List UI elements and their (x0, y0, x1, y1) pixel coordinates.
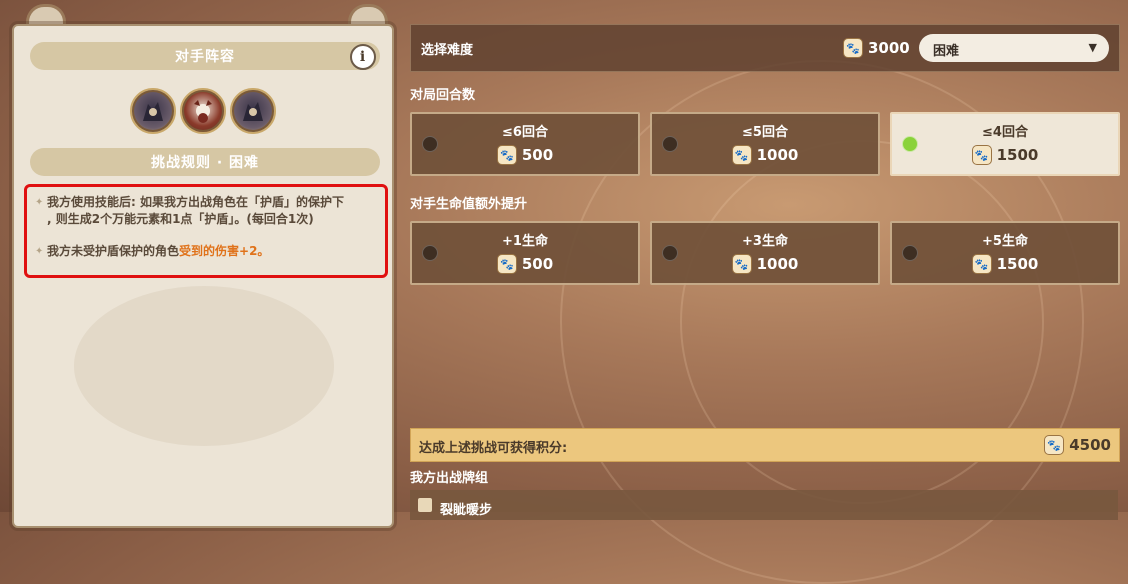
hp-option-1[interactable]: +1生命 🐾 500 (410, 221, 640, 285)
challenge-rules-header: 挑战规则 · 困难 (30, 148, 380, 176)
round-option-6[interactable]: ≤6回合 🐾 500 (410, 112, 640, 176)
option-cost: 🐾 500 (412, 254, 638, 274)
opponent-avatar-3[interactable] (230, 88, 276, 134)
rule-2-period: 。 (257, 244, 270, 258)
character-portrait-icon (143, 102, 163, 121)
option-cost-value: 1500 (996, 255, 1039, 273)
option-cost: 🐾 500 (412, 145, 638, 165)
paw-icon: 🐾 (1044, 435, 1065, 455)
rule-1-line-2: , 则生成2个万能元素和1点「护盾」。(每回合1次) (47, 212, 314, 226)
deck-item[interactable]: 裂眦暖步 (410, 490, 1118, 520)
hp-option-3[interactable]: +3生命 🐾 1000 (650, 221, 880, 285)
reward-summary-value: 4500 (1069, 436, 1111, 454)
hp-option-5[interactable]: +5生命 🐾 1500 (890, 221, 1120, 285)
paw-icon: 🐾 (843, 38, 863, 58)
option-cost-value: 500 (521, 255, 554, 273)
option-cost-value: 1000 (756, 255, 799, 273)
reward-summary-label: 达成上述挑战可获得积分: (419, 441, 568, 456)
deck-item-name: 裂眦暖步 (440, 503, 493, 518)
chevron-down-icon: ▼ (1088, 41, 1097, 54)
reward-summary-bar: 达成上述挑战可获得积分: 🐾 4500 (410, 428, 1120, 462)
difficulty-title: 选择难度 (421, 43, 474, 58)
opponent-lineup-header: 对手阵容 i (30, 42, 380, 70)
option-cost: 🐾 1000 (652, 254, 878, 274)
challenge-rules-box: ✦ 我方使用技能后: 如果我方出战角色在「护盾」的保护下 , 则生成2个万能元素… (24, 184, 388, 278)
bullet-icon: ✦ (35, 246, 44, 257)
option-cost: 🐾 1000 (652, 145, 878, 165)
opponent-lineup-title: 对手阵容 (175, 49, 235, 65)
difficulty-bar: 选择难度 🐾 3000 困难 ▼ (410, 24, 1120, 72)
character-portrait-icon (194, 100, 212, 123)
bullet-icon: ✦ (35, 197, 44, 208)
round-option-4[interactable]: ≤4回合 🐾 1500 (890, 112, 1120, 176)
rule-item-2: ✦ 我方未受护盾保护的角色受到的伤害+2。 (35, 243, 269, 260)
option-title: +1生命 (502, 234, 548, 249)
option-title: ≤6回合 (502, 125, 548, 140)
paw-icon: 🐾 (496, 254, 517, 274)
option-cost-value: 500 (521, 146, 554, 164)
difficulty-selected-value: 困难 (933, 44, 960, 59)
paw-icon: 🐾 (731, 145, 752, 165)
rule-1-line-1: 我方使用技能后: 如果我方出战角色在「护盾」的保护下 (47, 195, 344, 209)
paw-icon: 🐾 (496, 145, 517, 165)
option-cost-value: 1000 (756, 146, 799, 164)
difficulty-points-value: 3000 (868, 39, 910, 57)
challenge-rules-title: 挑战规则 · 困难 (150, 155, 260, 171)
rule-item-1: ✦ 我方使用技能后: 如果我方出战角色在「护盾」的保护下 , 则生成2个万能元素… (35, 194, 344, 228)
info-icon[interactable]: i (350, 44, 376, 70)
option-cost: 🐾 1500 (892, 254, 1118, 274)
option-title: +3生命 (742, 234, 788, 249)
opponent-avatar-2[interactable] (180, 88, 226, 134)
rule-2-text: 我方未受护盾保护的角色 (47, 244, 180, 258)
option-cost-value: 1500 (996, 146, 1039, 164)
paw-icon: 🐾 (731, 254, 752, 274)
difficulty-points: 🐾 3000 (843, 38, 910, 58)
option-title: ≤4回合 (982, 125, 1028, 140)
option-title: ≤5回合 (742, 125, 788, 140)
opponent-avatars (14, 88, 392, 134)
rounds-label: 对局回合数 (410, 88, 476, 103)
opponent-panel: 对手阵容 i 挑战规则 · 困难 ✦ 我方使用技能后: 如果我方出战角色在「护盾… (12, 24, 394, 528)
paw-icon: 🐾 (971, 145, 992, 165)
reward-summary-points: 🐾 4500 (1044, 435, 1111, 455)
paw-icon: 🐾 (971, 254, 992, 274)
character-portrait-icon (243, 102, 263, 121)
deck-card-icon (418, 498, 432, 512)
deck-label: 我方出战牌组 (410, 471, 489, 486)
option-title: +5生命 (982, 234, 1028, 249)
difficulty-select[interactable]: 困难 ▼ (919, 34, 1109, 62)
round-option-5[interactable]: ≤5回合 🐾 1000 (650, 112, 880, 176)
rule-2-highlight: 受到的伤害+2 (179, 244, 258, 258)
opponent-avatar-1[interactable] (130, 88, 176, 134)
option-cost: 🐾 1500 (892, 145, 1118, 165)
hp-bonus-label: 对手生命值额外提升 (410, 197, 528, 212)
panel-decoration (74, 286, 334, 446)
